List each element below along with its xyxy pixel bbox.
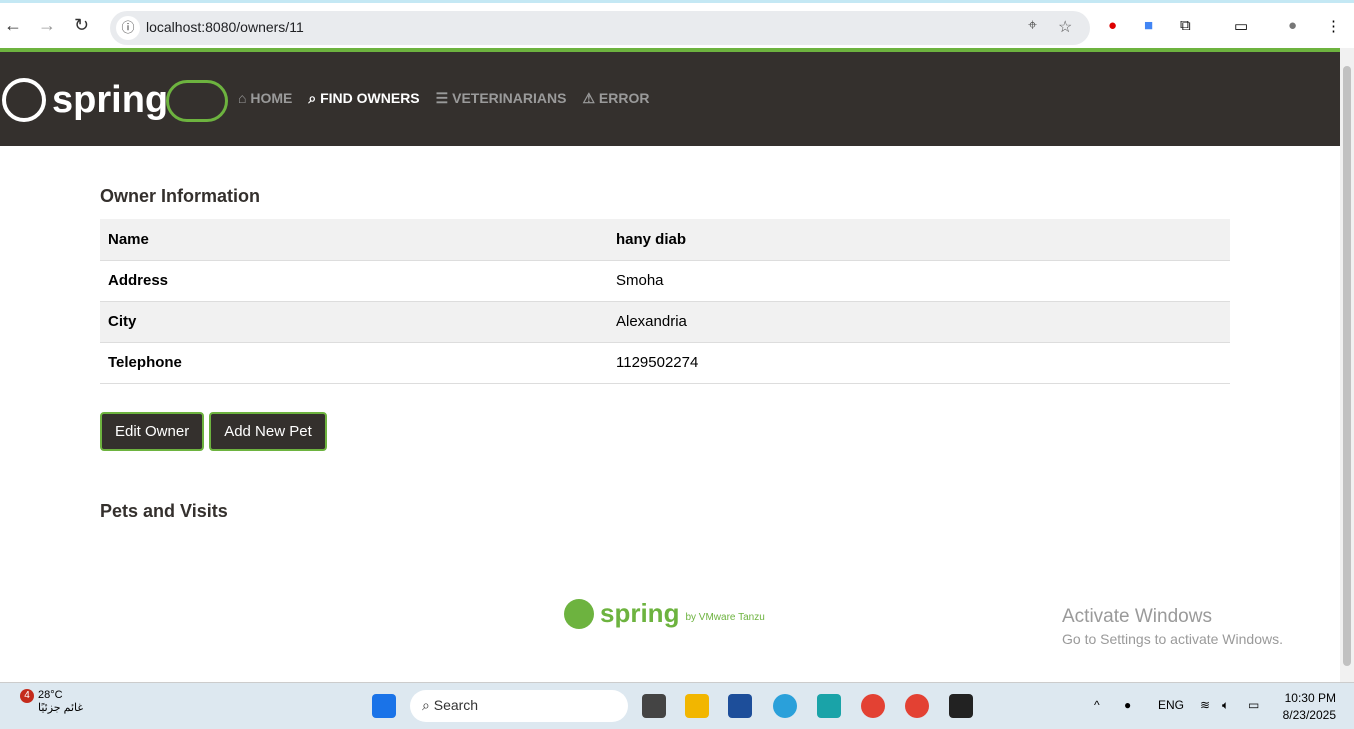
taskbar-search[interactable]: ⌕ Search — [410, 690, 628, 722]
translate-icon[interactable]: ■ — [1144, 17, 1153, 34]
back-icon[interactable]: ← — [4, 15, 22, 36]
row-key: Telephone — [100, 342, 608, 384]
spring-logo[interactable]: spring — [2, 78, 168, 122]
weather-widget[interactable]: 4 28°C غائم جزئيًا — [8, 689, 83, 714]
profile-avatar[interactable]: ● — [1288, 17, 1297, 34]
weather-badge: 4 — [20, 689, 34, 703]
row-value: Smoha — [608, 260, 1230, 302]
spring-leaf-icon — [564, 598, 594, 629]
file-explorer-icon[interactable] — [685, 694, 709, 718]
table-row: Telephone 1129502274 — [100, 342, 1230, 384]
search-label: Search — [433, 697, 479, 713]
temperature: 28°C — [38, 689, 63, 701]
taskbar: 4 28°C غائم جزئيًا ⌕ Search ^ ● ENG ≋ 🔈︎… — [0, 682, 1354, 729]
scrollbar[interactable] — [1340, 48, 1354, 682]
row-value: Alexandria — [608, 301, 1230, 343]
chrome-icon[interactable] — [861, 694, 885, 718]
language-indicator[interactable]: ENG — [1158, 698, 1184, 712]
warning-icon: ⚠ — [582, 90, 599, 106]
search-icon: ⌕ — [422, 697, 434, 713]
telegram-icon[interactable] — [773, 694, 797, 718]
site-info-icon[interactable]: ⓘ — [116, 16, 140, 40]
nav-error-label: ERROR — [598, 90, 650, 106]
table-row: City Alexandria — [100, 301, 1230, 343]
tray-app-icon[interactable]: ● — [1124, 698, 1131, 712]
reload-icon[interactable]: ↻ — [74, 15, 89, 36]
footer-by: by VMware Tanzu — [685, 612, 765, 623]
edit-owner-button[interactable]: Edit Owner — [100, 411, 205, 451]
bookmark-star-icon[interactable]: ☆ — [1058, 17, 1072, 37]
weather-text: غائم جزئيًا — [38, 702, 84, 714]
nav-find-owners-label: FIND OWNERS — [320, 90, 420, 106]
task-view-icon[interactable] — [642, 694, 666, 718]
chrome-active-icon[interactable] — [905, 694, 929, 718]
nav-home-label: HOME — [250, 90, 293, 106]
navbar: spring ⌂ HOME ⌕ FIND OWNERS ☰ VETERINARI… — [0, 52, 1340, 146]
volume-icon[interactable]: 🔈︎ — [1222, 698, 1229, 713]
date: 8/23/2025 — [1282, 708, 1336, 722]
windows-start-icon[interactable] — [372, 694, 396, 718]
row-key: Name — [100, 219, 608, 261]
owner-info-heading: Owner Information — [100, 186, 261, 206]
activate-windows-watermark: Activate Windows Go to Settings to activ… — [1062, 606, 1283, 647]
nav-home[interactable]: ⌂ HOME — [238, 90, 292, 107]
browser-toolbar: ← → ↻ ⓘ localhost:8080/owners/11 ⌖ ☆ ● ■… — [0, 0, 1354, 48]
row-value: hany diab — [608, 219, 1230, 261]
nav-veterinarians[interactable]: ☰ VETERINARIANS — [436, 90, 567, 107]
watermark-title: Activate Windows — [1062, 606, 1212, 627]
add-new-pet-button[interactable]: Add New Pet — [209, 411, 327, 451]
store-icon[interactable] — [728, 694, 752, 718]
list-icon: ☰ — [435, 90, 453, 106]
tab-search-icon[interactable]: ▭ — [1234, 17, 1248, 35]
extensions-puzzle-icon[interactable]: ⧉ — [1180, 17, 1191, 34]
row-key: Address — [100, 260, 608, 302]
terminal-icon[interactable] — [949, 694, 973, 718]
extension-icon[interactable]: ● — [1108, 17, 1117, 34]
footer-brand: spring — [600, 598, 680, 628]
location-icon[interactable]: ⌖ — [1028, 17, 1037, 35]
row-value: 1129502274 — [608, 342, 1230, 384]
search-icon: ⌕ — [308, 90, 321, 106]
nav-error[interactable]: ⚠ ERROR — [582, 90, 649, 107]
time: 10:30 PM — [1284, 691, 1336, 705]
clock[interactable]: 10:30 PM 8/23/2025 — [1280, 690, 1336, 724]
wifi-icon[interactable]: ≋ — [1200, 698, 1210, 712]
cloud-leaf-icon — [166, 80, 228, 122]
owner-table: Name hany diab Address Smoha City Alexandri… — [100, 219, 1230, 384]
footer-logo: spring by VMware Tanzu — [564, 598, 765, 629]
home-icon: ⌂ — [238, 90, 251, 106]
tray-chevron-icon[interactable]: ^ — [1094, 698, 1100, 712]
address-bar[interactable]: ⓘ localhost:8080/owners/11 ⌖ ☆ — [110, 11, 1090, 45]
watermark-subtitle: Go to Settings to activate Windows. — [1062, 631, 1283, 647]
forward-icon[interactable]: → — [38, 15, 56, 36]
arduino-icon[interactable] — [817, 694, 841, 718]
table-row: Address Smoha — [100, 260, 1230, 302]
scrollbar-thumb[interactable] — [1343, 66, 1351, 666]
spring-leaf-icon — [2, 78, 46, 122]
brand-text: spring — [52, 78, 169, 121]
table-row: Name hany diab — [100, 219, 1230, 261]
pets-visits-heading: Pets and Visits — [100, 500, 228, 521]
nav-veterinarians-label: VETERINARIANS — [452, 90, 567, 106]
battery-icon[interactable]: ▭ — [1248, 698, 1259, 712]
url-text[interactable]: localhost:8080/owners/11 — [146, 19, 304, 35]
nav-find-owners[interactable]: ⌕ FIND OWNERS — [308, 90, 419, 107]
row-key: City — [100, 301, 608, 343]
menu-kebab-icon[interactable]: ⋮ — [1326, 17, 1341, 35]
